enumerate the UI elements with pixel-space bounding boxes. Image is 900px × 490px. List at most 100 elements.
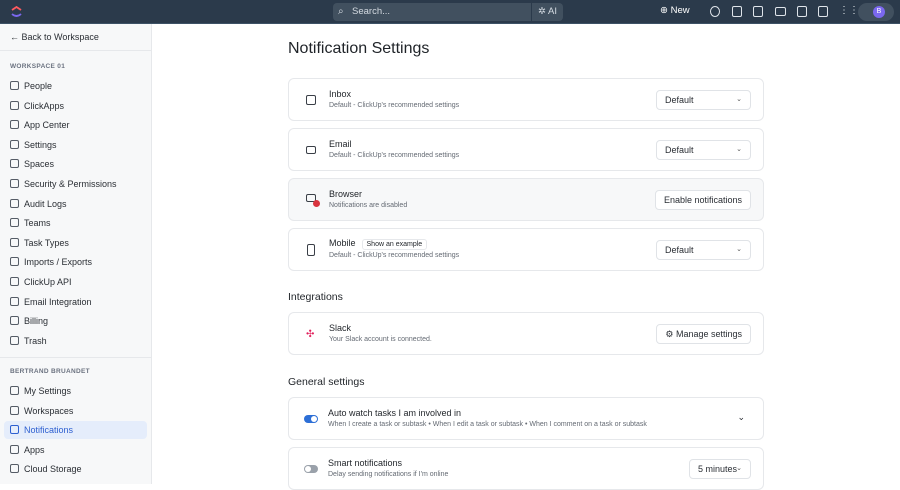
sidebar-item-apps[interactable]: Apps xyxy=(4,441,147,459)
smart-notifications-toggle[interactable] xyxy=(304,465,318,473)
user-avatar[interactable]: B xyxy=(858,3,894,21)
sidebar-item-people[interactable]: People xyxy=(4,77,147,95)
manage-settings-button[interactable]: ⚙ Manage settings xyxy=(656,324,751,344)
card-description: Your Slack account is connected. xyxy=(329,336,432,343)
sidebar-item-label: Billing xyxy=(24,316,49,327)
sidebar-item-teams[interactable]: Teams xyxy=(4,214,147,232)
show-example-button[interactable]: Show an example xyxy=(361,239,428,250)
sidebar-item-email-integration[interactable]: Email Integration xyxy=(4,293,147,311)
clipboard-icon[interactable] xyxy=(753,6,763,17)
card-title: Browser xyxy=(329,189,363,199)
mail-icon xyxy=(306,146,316,154)
sidebar-item-icon xyxy=(10,464,19,474)
sidebar-item-icon xyxy=(10,425,19,435)
sidebar-item-icon xyxy=(10,198,19,208)
sidebar-item-notifications[interactable]: Notifications xyxy=(4,421,147,440)
back-to-workspace-link[interactable]: ← Back to Workspace xyxy=(10,32,99,42)
sidebar-item-cloud-storage[interactable]: Cloud Storage xyxy=(4,460,147,478)
sidebar-item-label: People xyxy=(24,81,53,91)
sidebar-item-settings[interactable]: Settings xyxy=(4,136,147,154)
sidebar-item-audit-logs[interactable]: Audit Logs xyxy=(4,195,147,213)
dropdown-value: 5 minutes xyxy=(698,464,738,474)
sidebar-item-icon xyxy=(10,81,19,90)
sidebar-item-clickup-api[interactable]: ClickUp API xyxy=(4,273,147,291)
delay-dropdown[interactable]: 5 minutes ⌄ xyxy=(689,459,751,479)
search-input[interactable]: ⌕ Search... ✲ AI xyxy=(333,3,563,21)
search-placeholder: Search... xyxy=(352,6,391,17)
sidebar-item-icon xyxy=(10,405,19,415)
video-icon[interactable] xyxy=(775,7,786,16)
clickup-logo-icon[interactable] xyxy=(11,6,22,18)
inbox-dropdown[interactable]: Default ⌄ xyxy=(656,90,751,110)
check-circle-icon[interactable] xyxy=(710,6,720,17)
card-description: Default - ClickUp's recommended settings xyxy=(329,152,460,159)
user-section-label: BERTRAND BRUANDET xyxy=(10,368,90,375)
sidebar-item-label: ClickUp API xyxy=(24,277,72,287)
sidebar-item-workspaces[interactable]: Workspaces xyxy=(4,402,147,420)
sidebar-item-icon xyxy=(10,120,19,130)
edit-icon[interactable] xyxy=(818,6,828,17)
sidebar-item-label: Teams xyxy=(24,218,51,229)
mobile-dropdown[interactable]: Default ⌄ xyxy=(656,240,751,260)
sidebar-item-label: Imports / Exports xyxy=(24,257,93,268)
sidebar-item-icon xyxy=(10,218,19,228)
card-title: Mobile xyxy=(329,238,356,248)
chevron-down-icon[interactable]: ⌄ xyxy=(737,412,745,423)
enable-notifications-button[interactable]: Enable notifications xyxy=(654,190,751,210)
sidebar-item-label: Email Integration xyxy=(24,296,92,307)
dropdown-value: Default xyxy=(665,245,694,255)
sidebar-item-trash[interactable]: Trash xyxy=(4,332,147,350)
sidebar-item-label: Task Types xyxy=(24,237,69,248)
gear-icon: ⚙ xyxy=(665,329,674,339)
sidebar-item-icon xyxy=(10,277,19,286)
auto-watch-toggle[interactable] xyxy=(304,415,318,423)
calendar-icon[interactable] xyxy=(732,6,742,17)
document-icon[interactable] xyxy=(797,6,807,17)
new-button[interactable]: ⊕ New xyxy=(660,5,690,16)
inbox-icon xyxy=(306,95,316,105)
sidebar-item-label: Apps xyxy=(24,444,45,455)
auto-watch-card: Auto watch tasks I am involved in When I… xyxy=(288,397,764,440)
slack-icon: ✣ xyxy=(306,329,315,340)
sidebar-item-spaces[interactable]: Spaces xyxy=(4,155,147,173)
sidebar-item-icon xyxy=(10,139,19,149)
dropdown-value: Default xyxy=(665,95,694,105)
general-settings-heading: General settings xyxy=(288,376,365,388)
sidebar-item-icon xyxy=(10,444,19,454)
sidebar-item-task-types[interactable]: Task Types xyxy=(4,234,147,252)
slack-card: ✣ Slack Your Slack account is connected.… xyxy=(288,312,764,355)
card-description: When I create a task or subtask • When I… xyxy=(328,421,647,428)
inbox-card: Inbox Default - ClickUp's recommended se… xyxy=(288,78,764,121)
integrations-heading: Integrations xyxy=(288,291,343,303)
sidebar-item-label: My Settings xyxy=(24,386,72,396)
sidebar-item-security-permissions[interactable]: Security & Permissions xyxy=(4,175,147,193)
chevron-down-icon: ⌄ xyxy=(736,465,742,472)
email-dropdown[interactable]: Default ⌄ xyxy=(656,140,751,160)
sidebar-item-icon xyxy=(10,296,19,306)
sidebar-item-clickapps[interactable]: ClickApps xyxy=(4,97,147,115)
page-title: Notification Settings xyxy=(288,40,430,57)
sidebar-item-icon xyxy=(10,316,19,326)
main-content: Notification Settings Inbox Default - Cl… xyxy=(153,24,900,490)
sidebar-item-imports-exports[interactable]: Imports / Exports xyxy=(4,253,147,271)
card-description: Delay sending notifications if I'm onlin… xyxy=(328,471,449,478)
sidebar-item-icon xyxy=(10,257,19,267)
sidebar-item-label: App Center xyxy=(24,120,70,131)
divider xyxy=(0,50,152,51)
sidebar-item-icon xyxy=(10,159,19,169)
card-title: Auto watch tasks I am involved in xyxy=(328,408,462,418)
divider xyxy=(0,357,152,358)
dropdown-value: Default xyxy=(665,145,694,155)
apps-grid-icon[interactable]: ⋮⋮ xyxy=(839,5,859,16)
chevron-down-icon: ⌄ xyxy=(736,96,742,103)
disabled-badge-icon xyxy=(313,200,320,207)
sidebar-item-my-settings[interactable]: My Settings xyxy=(4,382,147,400)
mobile-icon xyxy=(307,244,315,256)
button-label: Manage settings xyxy=(675,329,742,339)
sidebar-item-icon xyxy=(10,100,19,110)
sidebar-item-billing[interactable]: Billing xyxy=(4,312,147,330)
sidebar: ← Back to Workspace WORKSPACE 01 People C… xyxy=(0,24,152,484)
sidebar-item-app-center[interactable]: App Center xyxy=(4,116,147,134)
ai-button[interactable]: ✲ AI xyxy=(530,3,557,21)
sidebar-item-icon xyxy=(10,179,19,188)
